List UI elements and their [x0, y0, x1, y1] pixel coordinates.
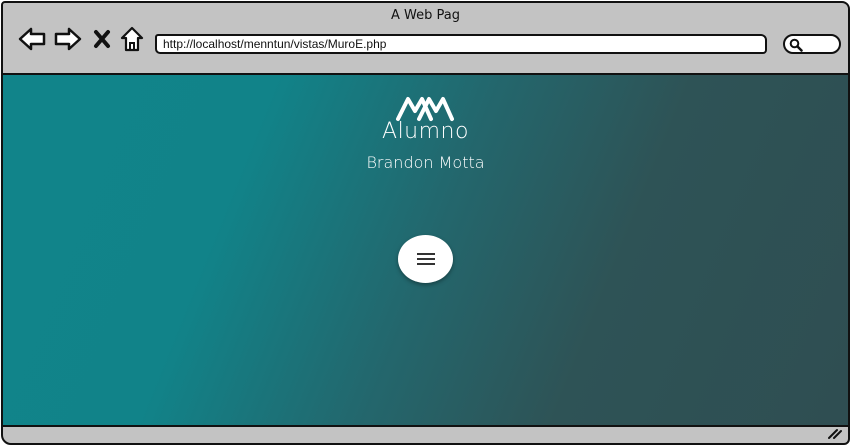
browser-window: A Web Pag http://localhost/menntun/vista…	[0, 0, 853, 448]
page-content: Alumno Brandon Motta	[3, 73, 848, 427]
menu-button[interactable]	[398, 235, 453, 283]
search-field[interactable]	[783, 34, 841, 54]
user-name: Brandon Motta	[366, 153, 485, 172]
home-icon	[120, 26, 144, 52]
stop-button[interactable]	[91, 25, 113, 53]
address-bar[interactable]: http://localhost/menntun/vistas/MuroE.ph…	[155, 34, 767, 54]
hamburger-menu-icon	[416, 253, 435, 265]
close-icon	[94, 30, 110, 48]
forward-arrow-icon	[54, 27, 82, 51]
home-button[interactable]	[119, 25, 145, 53]
browser-frame: A Web Pag http://localhost/menntun/vista…	[1, 1, 850, 445]
back-button[interactable]	[17, 25, 47, 53]
search-icon	[789, 38, 803, 52]
back-arrow-icon	[18, 27, 46, 51]
forward-button[interactable]	[53, 25, 83, 53]
window-title: A Web Pag	[391, 8, 460, 23]
resize-handle-icon[interactable]	[828, 427, 842, 439]
user-role: Alumno	[382, 119, 469, 144]
